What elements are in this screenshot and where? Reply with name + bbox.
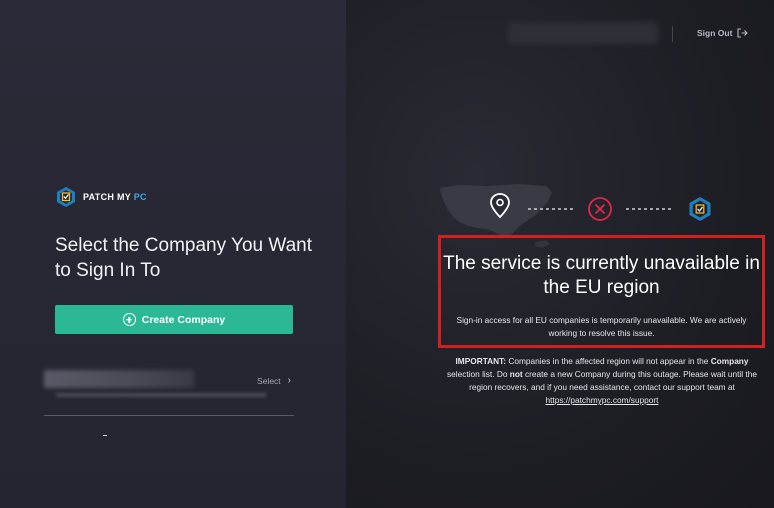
company-list-item[interactable]: Select ›: [44, 368, 294, 416]
select-label: Select: [257, 375, 281, 386]
redacted-user-info: [508, 22, 658, 44]
plus-circle-icon: [122, 313, 136, 326]
notice-bold-company: Company: [710, 356, 749, 366]
notice-bold-not: not: [509, 369, 523, 379]
dash-mark: [103, 435, 107, 436]
sign-out-label: Sign Out: [697, 28, 733, 38]
logo-text: PATCH MY PC: [83, 192, 147, 202]
redacted-company-name: [44, 370, 194, 388]
redacted-company-id: [56, 393, 266, 397]
notice-text-2: selection list. Do: [447, 369, 510, 379]
support-link[interactable]: https://patchmypc.com/support: [546, 395, 659, 405]
create-company-button[interactable]: Create Company: [55, 305, 293, 334]
outage-headline: The service is currently unavailable in …: [443, 253, 760, 298]
select-company-link[interactable]: Select ›: [257, 375, 291, 386]
outage-alert-box: The service is currently unavailable in …: [438, 235, 765, 348]
chevron-right-icon: ›: [287, 375, 291, 386]
notice-label: IMPORTANT:: [455, 356, 507, 366]
patchmypc-logo: PATCH MY PC: [55, 186, 147, 208]
error-x-icon: [588, 197, 612, 221]
important-notice: IMPORTANT: Companies in the affected reg…: [447, 355, 757, 407]
patchmypc-logo-icon: [57, 187, 75, 207]
sign-out-icon: [737, 28, 749, 38]
sign-out-button[interactable]: Sign Out: [697, 28, 749, 38]
header-divider: [672, 26, 673, 42]
notice-text-1: Companies in the affected region will no…: [506, 356, 711, 366]
outage-message: Sign-in access for all EU companies is t…: [456, 315, 747, 338]
page-title: Select the Company You Want to Sign In T…: [55, 235, 313, 281]
create-company-label: Create Company: [141, 313, 226, 326]
patchmypc-badge-icon: [689, 197, 711, 221]
